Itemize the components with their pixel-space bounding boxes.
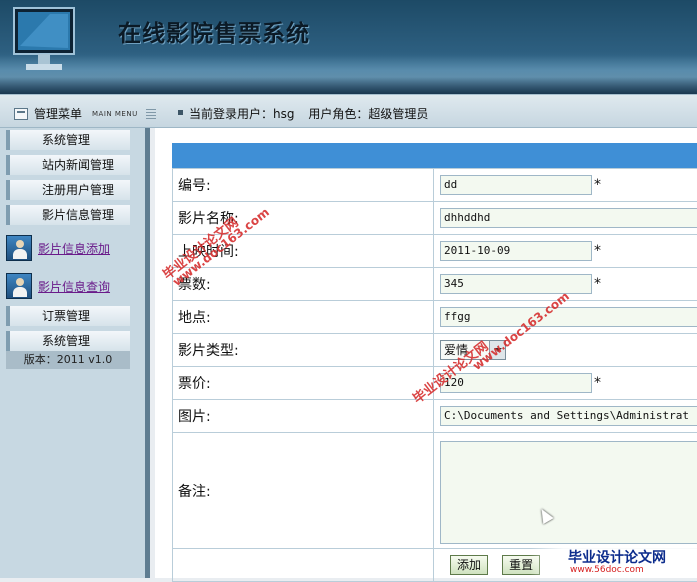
sidebar-link-query-movie[interactable]: 影片信息查询	[6, 268, 130, 304]
time-input[interactable]: 2011-10-09	[440, 241, 592, 261]
sidebar-item-label: 订票管理	[42, 309, 90, 323]
sidebar-item-label: 系统管理	[42, 334, 90, 348]
main-content: 编号: dd* 影片名称: dhhddhd 上映时间: 2011-10-09* …	[155, 128, 697, 578]
required-mark: *	[594, 177, 601, 193]
person-icon	[6, 235, 32, 261]
sidebar-item-news[interactable]: 站内新闻管理	[6, 155, 130, 175]
sidebar: 系统管理 站内新闻管理 注册用户管理 影片信息管理 影片信息添加 影片信息查询 …	[0, 128, 150, 578]
price-input[interactable]: 120	[440, 373, 592, 393]
form-row-place: 地点: ffgg	[173, 301, 697, 334]
sidebar-item-users[interactable]: 注册用户管理	[6, 180, 130, 200]
header-wave-decoration	[0, 55, 697, 94]
app-header: 在线影院售票系统	[0, 0, 697, 94]
remark-label: 备注:	[173, 433, 434, 549]
required-mark: *	[594, 276, 601, 292]
sidebar-link-add-movie[interactable]: 影片信息添加	[6, 230, 130, 266]
user-info: 当前登录用户：hsg 用户角色：超级管理员	[189, 105, 428, 122]
sidebar-item-label: 影片信息管理	[42, 208, 114, 222]
logo-text: 毕业设计论文网	[568, 547, 666, 567]
person-icon	[6, 273, 32, 299]
image-path-input[interactable]: C:\Documents and Settings\Administrat	[440, 406, 697, 426]
sidebar-item-label: 站内新闻管理	[42, 158, 114, 172]
menu-header: 管理菜单 MAIN MENU	[14, 105, 156, 122]
monitor-icon	[10, 6, 78, 78]
image-label: 图片:	[173, 400, 434, 433]
logo-url: www.56doc.com	[570, 565, 644, 575]
form-row-image: 图片: C:\Documents and Settings\Administra…	[173, 400, 697, 433]
add-button[interactable]: 添加	[450, 555, 488, 575]
app-title: 在线影院售票系统	[118, 14, 310, 48]
bullet-icon	[178, 110, 183, 115]
form-row-id: 编号: dd*	[173, 169, 697, 202]
menu-label: 管理菜单	[34, 105, 82, 122]
sidebar-menu: 系统管理 站内新闻管理 注册用户管理 影片信息管理 影片信息添加 影片信息查询 …	[6, 128, 130, 356]
sidebar-item-tickets[interactable]: 订票管理	[6, 306, 130, 326]
sidebar-item-system[interactable]: 系统管理	[6, 130, 130, 150]
sidebar-item-movies[interactable]: 影片信息管理	[6, 205, 130, 225]
query-movie-link[interactable]: 影片信息查询	[38, 278, 110, 295]
form-row-time: 上映时间: 2011-10-09*	[173, 235, 697, 268]
type-label: 影片类型:	[173, 334, 434, 367]
current-user: 当前登录用户：hsg	[189, 107, 294, 121]
place-input[interactable]: ffgg	[440, 307, 697, 327]
name-input[interactable]: dhhddhd	[440, 208, 697, 228]
menu-sublabel: MAIN MENU	[92, 110, 138, 118]
menu-lines-icon	[146, 109, 156, 119]
form-header-bar	[172, 143, 697, 168]
menu-icon	[14, 108, 28, 120]
bottom-watermark-logo: 毕业设计论文网 www.56doc.com	[530, 545, 697, 578]
top-navbar: 管理菜单 MAIN MENU 当前登录用户：hsg 用户角色：超级管理员	[0, 94, 697, 128]
required-mark: *	[594, 375, 601, 391]
tickets-label: 票数:	[173, 268, 434, 301]
price-label: 票价:	[173, 367, 434, 400]
version-label: 版本：2011 v1.0	[6, 351, 130, 369]
sidebar-item-label: 系统管理	[42, 133, 90, 147]
sidebar-item-system-2[interactable]: 系统管理	[6, 331, 130, 351]
tickets-input[interactable]: 345	[440, 274, 592, 294]
form-row-tickets: 票数: 345*	[173, 268, 697, 301]
add-movie-link[interactable]: 影片信息添加	[38, 240, 110, 257]
sidebar-item-label: 注册用户管理	[42, 183, 114, 197]
remark-textarea[interactable]	[440, 441, 697, 544]
form-row-remark: 备注:	[173, 433, 697, 549]
place-label: 地点:	[173, 301, 434, 334]
id-input[interactable]: dd	[440, 175, 592, 195]
form-row-type: 影片类型: 爱情	[173, 334, 697, 367]
required-mark: *	[594, 243, 601, 259]
id-label: 编号:	[173, 169, 434, 202]
user-role: 用户角色：超级管理员	[308, 107, 428, 121]
